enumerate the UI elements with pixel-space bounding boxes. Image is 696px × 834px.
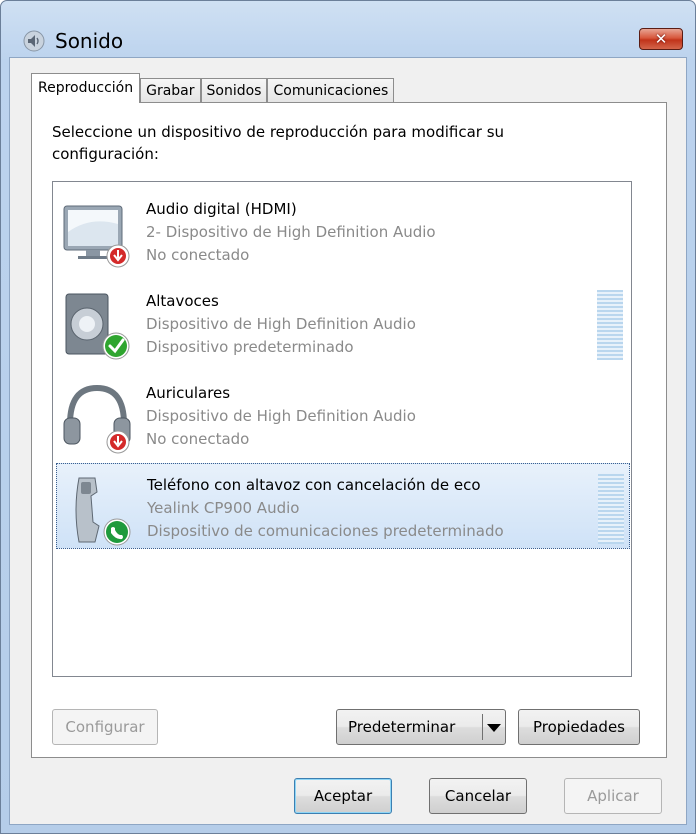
speaker-title-icon bbox=[23, 30, 45, 52]
volume-level-meter bbox=[597, 290, 623, 360]
window-title: Sonido bbox=[55, 29, 124, 53]
device-name: Auriculares bbox=[146, 384, 231, 402]
device-name: Audio digital (HDMI) bbox=[146, 200, 297, 218]
device-name: Teléfono con altavoz con cancelación de … bbox=[147, 476, 481, 494]
device-status: No conectado bbox=[146, 430, 250, 448]
disconnected-badge-icon bbox=[106, 430, 130, 454]
volume-level-meter bbox=[598, 474, 624, 544]
ok-button[interactable]: Aceptar bbox=[294, 778, 392, 814]
ok-button-label: Aceptar bbox=[313, 787, 373, 805]
tab-grabar[interactable]: Grabar bbox=[140, 78, 201, 103]
device-driver: Yealink CP900 Audio bbox=[147, 499, 300, 517]
dialog-client-area: Reproducción Grabar Sonidos Comunicacion… bbox=[9, 57, 687, 825]
tab-sonidos[interactable]: Sonidos bbox=[200, 78, 268, 103]
configure-button[interactable]: Configurar bbox=[52, 709, 158, 745]
device-status: No conectado bbox=[146, 246, 250, 264]
chevron-down-icon[interactable] bbox=[487, 724, 501, 732]
properties-button[interactable]: Propiedades bbox=[518, 709, 640, 745]
headphones-icon bbox=[63, 384, 131, 454]
close-button[interactable]: ✕ bbox=[639, 28, 683, 50]
device-item-telefono[interactable]: Teléfono con altavoz con cancelación de … bbox=[56, 463, 630, 549]
device-text: Auriculares Dispositivo de High Definiti… bbox=[146, 382, 416, 451]
device-driver: Dispositivo de High Definition Audio bbox=[146, 315, 416, 333]
instructions-text: Seleccione un dispositivo de reproducció… bbox=[52, 123, 505, 163]
cancel-button[interactable]: Cancelar bbox=[429, 778, 527, 814]
split-separator bbox=[482, 714, 483, 740]
set-default-button-label: Predeterminar bbox=[348, 718, 456, 736]
title-bar[interactable]: Sonido ✕ bbox=[1, 1, 695, 57]
phone-icon bbox=[75, 477, 131, 546]
device-status: Dispositivo de comunicaciones predetermi… bbox=[147, 522, 504, 540]
device-text: Teléfono con altavoz con cancelación de … bbox=[147, 474, 504, 543]
speaker-icon bbox=[65, 293, 130, 360]
device-status: Dispositivo predeterminado bbox=[146, 338, 354, 356]
cancel-button-label: Cancelar bbox=[444, 787, 512, 805]
playback-tab-panel: Seleccione un dispositivo de reproducció… bbox=[31, 102, 667, 758]
configure-button-label: Configurar bbox=[65, 718, 145, 736]
device-driver: 2- Dispositivo de High Definition Audio bbox=[146, 223, 436, 241]
default-check-badge-icon bbox=[102, 332, 130, 360]
communications-phone-badge-icon bbox=[103, 518, 131, 546]
close-icon: ✕ bbox=[654, 30, 668, 48]
device-item-hdmi[interactable]: Audio digital (HDMI) 2- Dispositivo de H… bbox=[56, 188, 630, 274]
apply-button[interactable]: Aplicar bbox=[564, 778, 662, 814]
monitor-icon bbox=[63, 205, 130, 268]
disconnected-badge-icon bbox=[106, 244, 130, 268]
sound-dialog-window: Sonido ✕ Reproducción Grabar Sonidos Com… bbox=[0, 0, 696, 834]
device-text: Audio digital (HDMI) 2- Dispositivo de H… bbox=[146, 198, 436, 267]
device-list[interactable]: Audio digital (HDMI) 2- Dispositivo de H… bbox=[52, 181, 632, 677]
device-text: Altavoces Dispositivo de High Definition… bbox=[146, 290, 416, 359]
apply-button-label: Aplicar bbox=[587, 787, 639, 805]
device-driver: Dispositivo de High Definition Audio bbox=[146, 407, 416, 425]
tab-comunicaciones[interactable]: Comunicaciones bbox=[267, 78, 395, 103]
tab-strip: Reproducción Grabar Sonidos Comunicacion… bbox=[31, 73, 395, 103]
device-name: Altavoces bbox=[146, 292, 219, 310]
device-item-auriculares[interactable]: Auriculares Dispositivo de High Definiti… bbox=[56, 372, 630, 458]
properties-button-label: Propiedades bbox=[533, 718, 625, 736]
device-item-altavoces[interactable]: Altavoces Dispositivo de High Definition… bbox=[56, 280, 630, 366]
set-default-button[interactable]: Predeterminar bbox=[336, 709, 506, 745]
tab-reproduccion[interactable]: Reproducción bbox=[31, 73, 141, 103]
